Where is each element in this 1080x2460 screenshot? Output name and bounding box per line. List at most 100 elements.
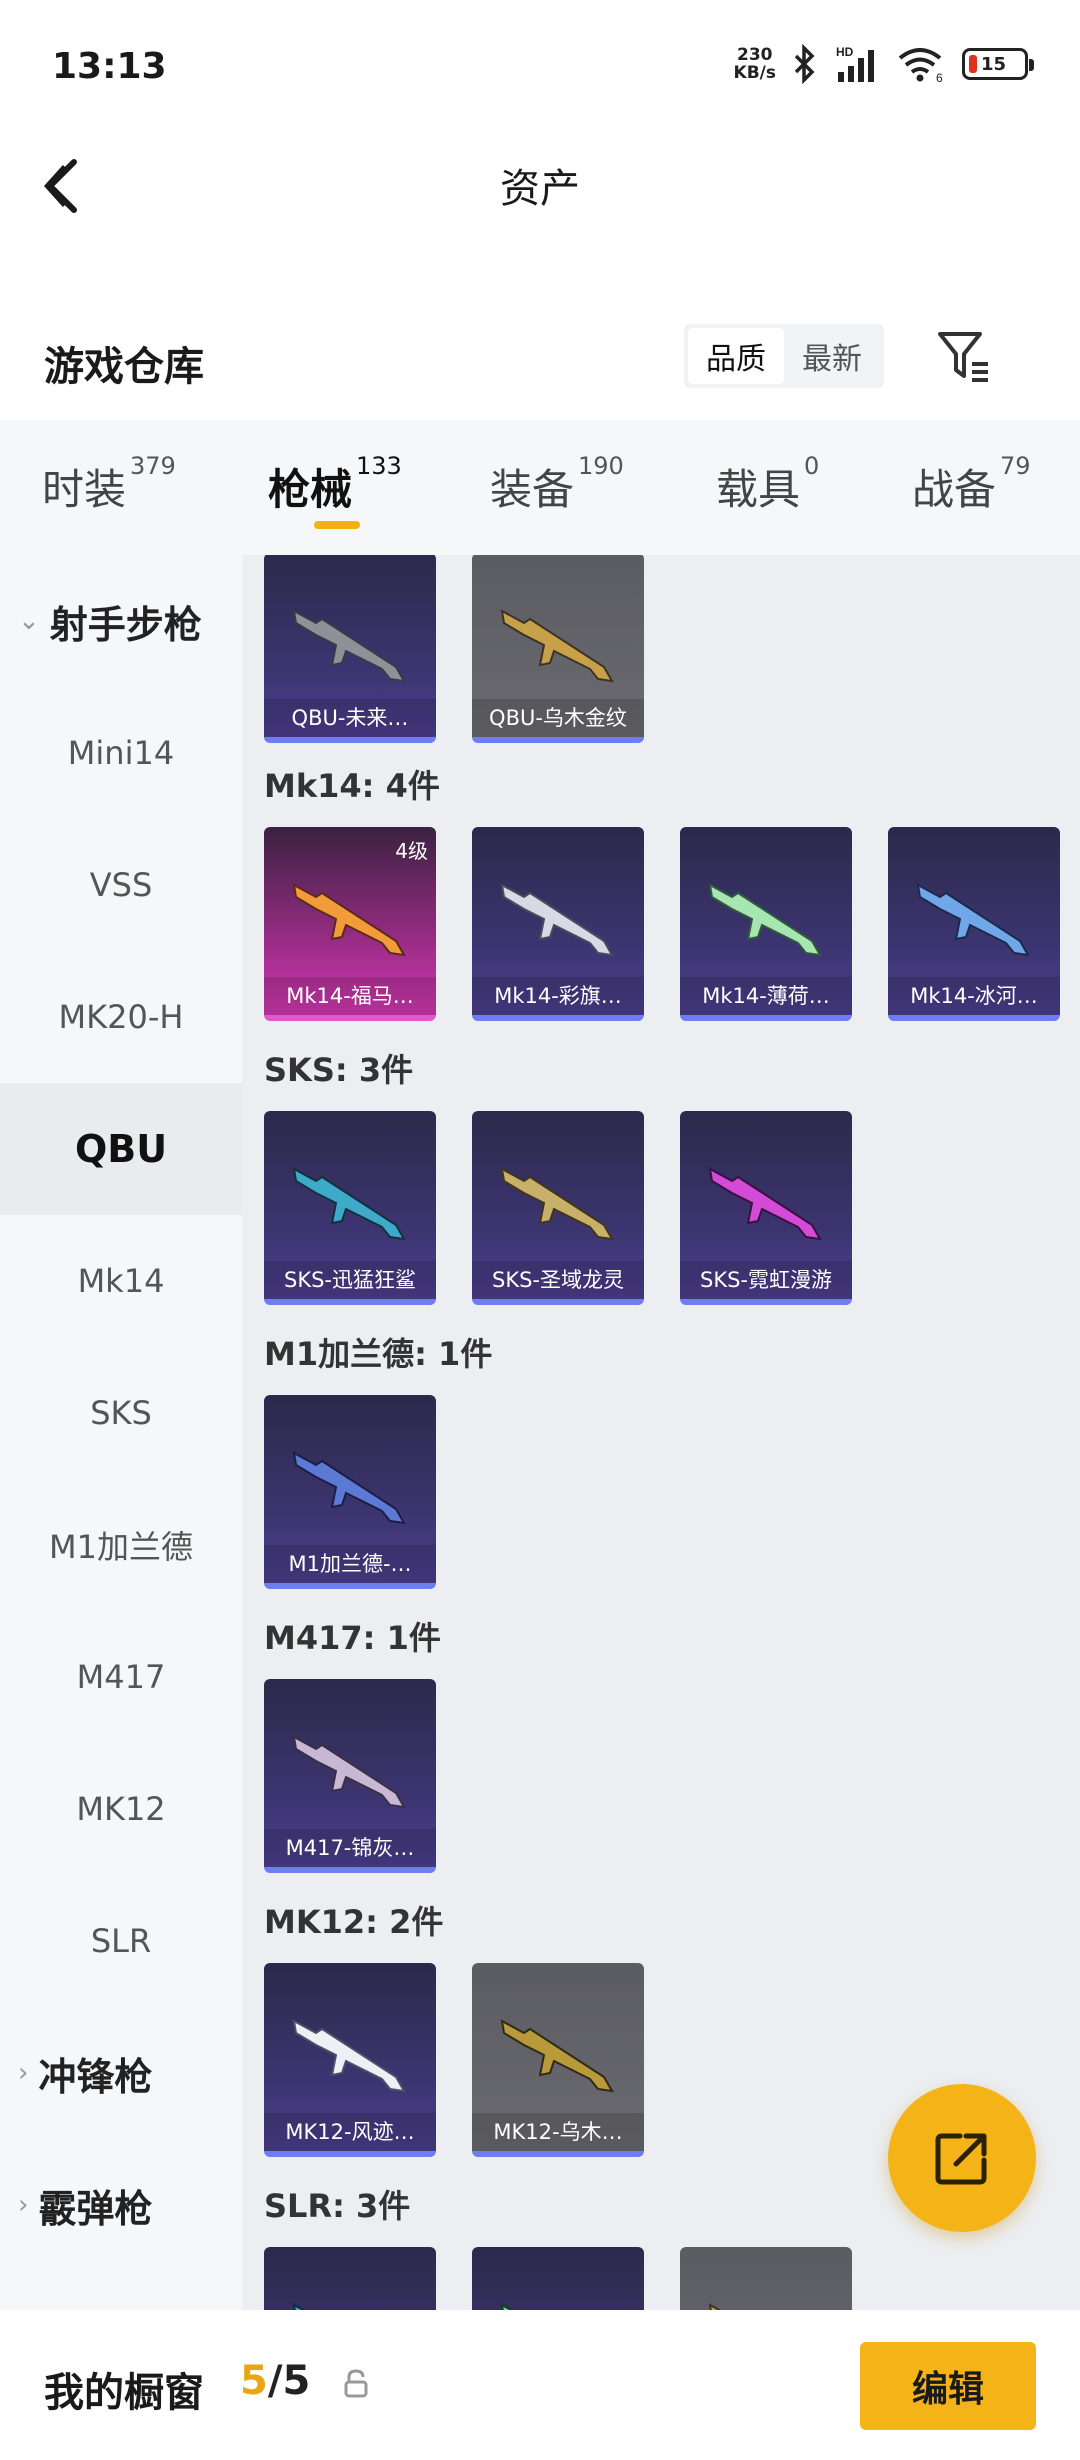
item-grid: QBU-未来… QBU-乌木金纹 Mk14: 4件 4级 Mk14-福马… Mk… <box>242 555 1080 2310</box>
tab-label: 装备 <box>490 465 575 514</box>
sort-toggle: 品质 最新 <box>684 324 884 388</box>
item-card[interactable]: M417-锦灰… <box>264 1679 436 1873</box>
item-name: Mk14-薄荷… <box>680 977 852 1015</box>
status-icons: 230 KB/s HD 6 15 <box>734 44 1034 84</box>
tab-equipment[interactable]: 装备 190 <box>490 452 624 517</box>
sidebar-item-mk14[interactable]: Mk14 <box>0 1215 242 1347</box>
chevron-right-icon: › <box>18 2190 29 2220</box>
showcase-title: 我的橱窗 <box>44 2370 204 2416</box>
item-card[interactable]: Mk14-薄荷… <box>680 827 852 1021</box>
speed-value: 230 <box>737 45 773 65</box>
category-tabs: 时装 379 枪械 133 装备 190 载具 0 战备 79 <box>0 420 1080 555</box>
svg-text:HD: HD <box>836 45 854 59</box>
item-name: M417-锦灰… <box>264 1829 436 1867</box>
group-label-sks: SKS: 3件 <box>264 1051 414 1089</box>
sidebar-item-m417[interactable]: M417 <box>0 1611 242 1743</box>
sort-quality-button[interactable]: 品质 <box>688 328 784 384</box>
item-card[interactable]: Mk14-冰河… <box>888 827 1060 1021</box>
filter-icon[interactable] <box>934 324 994 388</box>
rifle-icon <box>708 2303 722 2310</box>
tab-firearms[interactable]: 枪械 133 <box>268 452 402 517</box>
sidebar-item-mini14[interactable]: Mini14 <box>0 687 242 819</box>
sidebar-item-slr[interactable]: SLR <box>0 1875 242 2007</box>
showcase-current: 5 <box>240 2358 268 2404</box>
tab-label: 战备 <box>912 465 997 514</box>
item-name: Mk14-福马… <box>264 977 436 1015</box>
share-button[interactable] <box>888 2084 1036 2232</box>
wifi-label: 6 <box>936 71 943 84</box>
rifle-icon <box>500 1167 614 1241</box>
showcase-count: 5/5 <box>240 2358 310 2404</box>
rifle-icon <box>500 883 614 957</box>
tab-supplies[interactable]: 战备 79 <box>912 452 1031 517</box>
tab-label: 载具 <box>716 465 801 514</box>
battery-level: 15 <box>981 53 1007 75</box>
group-label-slr: SLR: 3件 <box>264 2187 411 2225</box>
chevron-down-icon: ⌄ <box>18 606 40 636</box>
rifle-icon <box>292 1167 406 1241</box>
sidebar-item-mk12[interactable]: MK12 <box>0 1743 242 1875</box>
rifle-icon <box>916 883 1030 957</box>
sidebar-item-vss[interactable]: VSS <box>0 819 242 951</box>
item-card[interactable]: Mk14-彩旗… <box>472 827 644 1021</box>
sidebar-item-sks[interactable]: SKS <box>0 1347 242 1479</box>
item-name: M1加兰德-… <box>264 1545 436 1583</box>
tab-count: 0 <box>804 452 820 480</box>
item-card[interactable]: QBU-未来… <box>264 555 436 743</box>
sidebar-group-marksman[interactable]: ⌄ 射手步枪 <box>0 555 242 687</box>
sidebar-item-m1[interactable]: M1加兰德 <box>0 1479 242 1611</box>
item-card[interactable] <box>264 2247 436 2310</box>
tab-fashion[interactable]: 时装 379 <box>42 452 176 517</box>
item-level-badge: 4级 <box>395 839 428 863</box>
item-card[interactable] <box>680 2247 852 2310</box>
sort-newest-button[interactable]: 最新 <box>784 328 880 384</box>
item-name: SKS-圣域龙灵 <box>472 1261 644 1299</box>
group-label-mk14: Mk14: 4件 <box>264 767 440 805</box>
rifle-icon <box>292 1735 406 1809</box>
rifle-icon <box>500 2019 614 2093</box>
item-card[interactable]: MK12-乌木… <box>472 1963 644 2157</box>
battery-fill <box>969 55 977 73</box>
item-card[interactable]: SKS-迅猛狂鲨 <box>264 1111 436 1305</box>
sidebar-item-qbu[interactable]: QBU <box>0 1083 242 1215</box>
weapon-type-sidebar: ⌄ 射手步枪 Mini14 VSS MK20-H QBU Mk14 SKS M1加… <box>0 555 242 2310</box>
sidebar-group-shotgun[interactable]: › 霰弹枪 <box>0 2139 242 2271</box>
tab-vehicles[interactable]: 载具 0 <box>716 452 819 517</box>
item-name: SKS-霓虹漫游 <box>680 1261 852 1299</box>
item-card[interactable]: 4级 Mk14-福马… <box>264 827 436 1021</box>
chevron-right-icon: › <box>18 2058 29 2088</box>
rifle-icon <box>292 883 406 957</box>
item-card[interactable]: M1加兰德-… <box>264 1395 436 1589</box>
item-card[interactable]: QBU-乌木金纹 <box>472 555 644 743</box>
signal-icon: HD <box>836 45 874 82</box>
rifle-icon <box>292 2303 306 2310</box>
tab-indicator <box>314 521 360 529</box>
warehouse-title: 游戏仓库 <box>44 344 204 390</box>
tab-count: 79 <box>1000 452 1031 480</box>
wifi-icon: 6 <box>898 48 943 84</box>
status-time: 13:13 <box>52 46 167 87</box>
showcase-bar: 我的橱窗 5/5 编辑 <box>0 2310 1080 2460</box>
network-speed: 230 KB/s <box>734 46 776 82</box>
lock-icon <box>344 2369 368 2398</box>
tab-count: 379 <box>130 452 176 480</box>
item-name: Mk14-冰河… <box>888 977 1060 1015</box>
item-card[interactable]: SKS-霓虹漫游 <box>680 1111 852 1305</box>
rifle-icon <box>500 2303 514 2310</box>
sidebar-group-label: 冲锋枪 <box>38 2054 153 2099</box>
item-card[interactable]: SKS-圣域龙灵 <box>472 1111 644 1305</box>
sidebar-group-smg[interactable]: › 冲锋枪 <box>0 2007 242 2139</box>
bluetooth-icon <box>794 44 815 84</box>
sidebar-group-label: 霰弹枪 <box>38 2186 153 2231</box>
rifle-icon <box>500 609 614 683</box>
item-card[interactable]: MK12-风迹… <box>264 1963 436 2157</box>
item-name: QBU-乌木金纹 <box>472 699 644 737</box>
warehouse-header: 游戏仓库 品质 最新 <box>0 310 1080 410</box>
rifle-icon <box>708 1167 822 1241</box>
edit-button[interactable]: 编辑 <box>860 2342 1036 2430</box>
status-bar: 13:13 230 KB/s HD 6 15 <box>0 0 1080 136</box>
sidebar-item-mk20h[interactable]: MK20-H <box>0 951 242 1083</box>
sidebar-group-label: 射手步枪 <box>49 602 202 647</box>
item-card[interactable] <box>472 2247 644 2310</box>
item-name: MK12-乌木… <box>472 2113 644 2151</box>
